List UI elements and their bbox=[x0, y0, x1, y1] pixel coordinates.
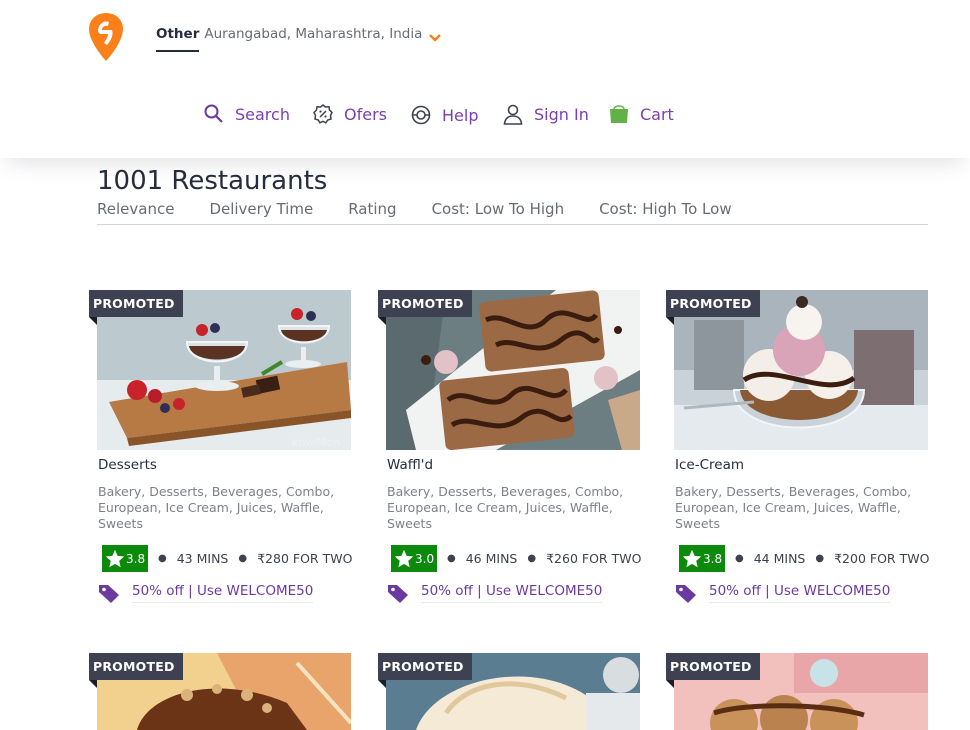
nav-search[interactable]: Search bbox=[203, 102, 290, 126]
restaurant-card[interactable]: PROMOTED bbox=[666, 653, 928, 730]
sort-delivery-time[interactable]: Delivery Time bbox=[209, 200, 313, 218]
nav-cart-label: Cart bbox=[640, 104, 674, 124]
nav-offers-label: Ofers bbox=[344, 104, 387, 124]
sort-relevance[interactable]: Relevance bbox=[97, 200, 174, 218]
offer-text: 50% off | Use WELCOME50 bbox=[132, 583, 314, 603]
restaurant-offer: 50% off | Use WELCOME50 bbox=[98, 583, 314, 603]
restaurant-cuisines: Bakery, Desserts, Beverages, Combo, Euro… bbox=[675, 484, 912, 531]
nav-help[interactable]: Help bbox=[410, 103, 478, 127]
offers-icon bbox=[313, 104, 333, 124]
search-icon bbox=[204, 104, 223, 123]
restaurant-meta: 3.8 ● 44 MINS ● ₹200 FOR TWO bbox=[679, 545, 929, 572]
sort-cost-high-low[interactable]: Cost: High To Low bbox=[599, 200, 732, 218]
tag-icon bbox=[388, 585, 408, 603]
promoted-badge: PROMOTED bbox=[378, 653, 472, 688]
tag-icon bbox=[99, 585, 119, 603]
separator-dot: ● bbox=[238, 553, 248, 564]
separator-dot: ● bbox=[735, 553, 744, 564]
rating-value: 3.0 bbox=[415, 551, 435, 566]
location-type: Other bbox=[156, 26, 200, 52]
restaurant-name: Waffl'd bbox=[387, 457, 434, 473]
nav-cart[interactable]: Cart bbox=[608, 102, 674, 126]
page-title: 1001 Restaurants bbox=[97, 166, 328, 196]
star-icon bbox=[105, 549, 125, 567]
restaurant-card-desserts[interactable]: PROMOTED kiwi/Mon Desserts Bakery, Desse… bbox=[89, 290, 352, 610]
promoted-badge: PROMOTED bbox=[666, 653, 760, 688]
cost-for-two: ₹200 FOR TWO bbox=[834, 551, 930, 566]
restaurant-offer: 50% off | Use WELCOME50 bbox=[387, 583, 603, 603]
sort-rating[interactable]: Rating bbox=[348, 200, 396, 218]
location-selector[interactable]: Other Aurangabad, Maharashtra, India bbox=[156, 26, 442, 52]
restaurant-name: Desserts bbox=[98, 457, 157, 473]
separator-dot: ● bbox=[815, 553, 825, 564]
cost-for-two: ₹260 FOR TWO bbox=[546, 551, 642, 566]
offer-text: 50% off | Use WELCOME50 bbox=[709, 583, 891, 603]
restaurant-cuisines: Bakery, Desserts, Beverages, Combo, Euro… bbox=[98, 484, 335, 531]
promoted-badge: PROMOTED bbox=[378, 290, 472, 325]
rating-badge: 3.8 bbox=[679, 545, 725, 572]
offer-text: 50% off | Use WELCOME50 bbox=[421, 583, 603, 603]
user-icon bbox=[503, 104, 523, 125]
sort-bar: Relevance Delivery Time Rating Cost: Low… bbox=[97, 200, 928, 225]
sort-cost-low-high[interactable]: Cost: Low To High bbox=[432, 200, 565, 218]
cart-icon bbox=[610, 105, 628, 123]
restaurant-card[interactable]: PROMOTED bbox=[378, 653, 640, 730]
restaurant-card[interactable]: PROMOTED bbox=[89, 653, 351, 730]
nav-sign-in[interactable]: Sign In bbox=[502, 102, 589, 126]
restaurant-cuisines: Bakery, Desserts, Beverages, Combo, Euro… bbox=[387, 484, 624, 531]
separator-dot: ● bbox=[447, 553, 456, 564]
restaurant-offer: 50% off | Use WELCOME50 bbox=[675, 583, 891, 603]
promoted-badge: PROMOTED bbox=[89, 653, 183, 688]
help-icon bbox=[411, 105, 431, 125]
delivery-time: 44 MINS bbox=[753, 551, 806, 566]
tag-icon bbox=[676, 585, 696, 603]
restaurant-card-waffld[interactable]: PROMOTED Waffl'd Bakery, Desserts, Bever… bbox=[378, 290, 641, 610]
rating-value: 3.8 bbox=[126, 551, 146, 566]
nav-search-label: Search bbox=[235, 104, 290, 124]
star-icon bbox=[394, 549, 414, 567]
separator-dot: ● bbox=[527, 553, 537, 564]
site-header: Other Aurangabad, Maharashtra, India Sea… bbox=[0, 0, 970, 158]
location-address: Aurangabad, Maharashtra, India bbox=[204, 26, 423, 42]
restaurant-card-ice-cream[interactable]: PROMOTED Ice-Cream Bakery, Desserts, Bev… bbox=[666, 290, 929, 610]
nav-help-label: Help bbox=[442, 105, 479, 125]
listing-header: 1001 Restaurants Relevance Delivery Time… bbox=[97, 166, 928, 225]
restaurant-meta: 3.0 ● 46 MINS ● ₹260 FOR TWO bbox=[391, 545, 641, 572]
cost-for-two: ₹280 FOR TWO bbox=[257, 551, 353, 566]
promoted-badge: PROMOTED bbox=[666, 290, 760, 325]
separator-dot: ● bbox=[158, 553, 167, 564]
rating-badge: 3.0 bbox=[391, 545, 437, 572]
nav-sign-in-label: Sign In bbox=[534, 104, 589, 124]
nav-offers[interactable]: Ofers bbox=[312, 102, 387, 126]
restaurant-meta: 3.8 ● 43 MINS ● ₹280 FOR TWO bbox=[102, 545, 352, 572]
restaurant-name: Ice-Cream bbox=[675, 457, 744, 473]
star-icon bbox=[682, 549, 702, 567]
rating-value: 3.8 bbox=[703, 551, 723, 566]
delivery-time: 43 MINS bbox=[176, 551, 229, 566]
swiggy-logo[interactable] bbox=[88, 12, 124, 62]
delivery-time: 46 MINS bbox=[465, 551, 518, 566]
image-watermark: kiwi/Mon bbox=[292, 436, 340, 449]
chevron-down-icon bbox=[429, 34, 442, 42]
rating-badge: 3.8 bbox=[102, 545, 148, 572]
promoted-badge: PROMOTED bbox=[89, 290, 183, 325]
